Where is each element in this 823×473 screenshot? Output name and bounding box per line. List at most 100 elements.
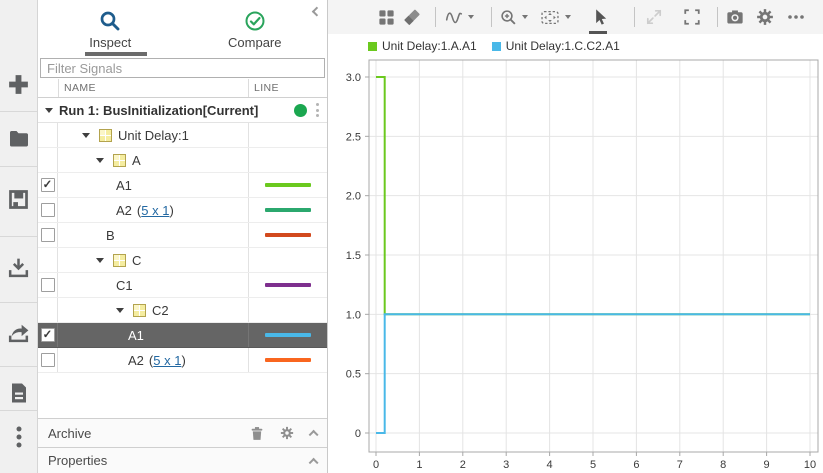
signal-line-swatch: [265, 183, 311, 187]
tree-row-signal[interactable]: C1: [38, 273, 327, 298]
chevron-left-icon: [311, 6, 322, 17]
signal-checkbox[interactable]: [40, 228, 55, 242]
dims-link[interactable]: 5 x 1: [153, 353, 181, 368]
signal-plot[interactable]: 0 1 2 3 4 5 6 7 8 9 10 0 0.5 1.0 1.5 2.0 2.5 3.0: [330, 55, 823, 473]
svg-text:1: 1: [416, 459, 422, 471]
svg-text:3.0: 3.0: [346, 72, 361, 84]
tab-compare[interactable]: Compare: [183, 0, 328, 56]
signal-line-swatch: [265, 283, 311, 287]
caret-down-icon[interactable]: [45, 107, 53, 113]
clear-plots-button[interactable]: [403, 6, 421, 28]
caret-down-icon[interactable]: [82, 132, 90, 138]
open-button[interactable]: [0, 122, 37, 156]
tree-row-bus[interactable]: Unit Delay:1: [38, 123, 327, 148]
tree-row-bus[interactable]: C: [38, 248, 327, 273]
plot-toolbar: [328, 0, 823, 34]
trash-icon[interactable]: [250, 426, 264, 441]
signal-line-swatch: [265, 333, 311, 337]
subplot-layout-button[interactable]: [378, 6, 395, 28]
gear-icon[interactable]: [280, 426, 294, 440]
fit-to-view-icon: [541, 10, 559, 24]
caret-down-icon[interactable]: [116, 307, 124, 313]
svg-text:10: 10: [804, 459, 816, 471]
toolbar-more-button[interactable]: [786, 6, 806, 28]
collapse-panel-button[interactable]: [309, 2, 323, 17]
svg-text:9: 9: [764, 459, 770, 471]
plus-icon: [9, 74, 28, 94]
svg-text:0: 0: [373, 459, 379, 471]
caret-down-icon[interactable]: [96, 257, 104, 263]
legend-swatch: [491, 41, 501, 51]
signal-checkbox[interactable]: [40, 353, 55, 367]
svg-text:4: 4: [547, 459, 553, 471]
gear-icon: [757, 9, 773, 25]
tree-row-signal[interactable]: A2 5 x 1: [38, 348, 327, 373]
bus-icon: [113, 253, 126, 267]
chevron-up-icon[interactable]: [308, 457, 319, 468]
save-icon: [9, 189, 28, 209]
signal-checkbox[interactable]: [40, 278, 55, 292]
bus-label: Unit Delay:1: [118, 127, 189, 143]
tab-inspect-label: Inspect: [89, 35, 132, 50]
tree-row-signal-selected[interactable]: A1: [38, 323, 327, 348]
properties-section-bar[interactable]: Properties: [38, 447, 327, 473]
table-header: NAME LINE: [38, 79, 327, 98]
run-label: Run 1: BusInitialization[Current]: [59, 102, 259, 118]
archive-section-bar[interactable]: Archive: [38, 418, 327, 447]
chevron-down-icon: [522, 15, 528, 19]
tree-row-signal[interactable]: B: [38, 223, 327, 248]
signal-checkbox[interactable]: [40, 178, 55, 192]
save-button[interactable]: [0, 182, 37, 216]
signal-line-swatch: [265, 358, 311, 362]
plot-area: Unit Delay:1.A.A1 Unit Delay:1.C.C2.A1 0…: [328, 0, 823, 473]
signal-dims: 5 x 1: [149, 353, 186, 368]
svg-text:3: 3: [503, 459, 509, 471]
bus-label: C2: [152, 302, 169, 318]
diagonal-arrows-icon: [646, 9, 662, 25]
signal-trace-button[interactable]: [445, 6, 474, 28]
chevron-up-icon[interactable]: [308, 429, 319, 441]
new-button[interactable]: [0, 67, 37, 101]
tree-row-bus[interactable]: C2: [38, 298, 327, 323]
bus-label: A: [132, 152, 141, 168]
snapshot-button[interactable]: [726, 6, 744, 28]
caret-down-icon[interactable]: [96, 157, 104, 163]
legend-item: Unit Delay:1.A.A1: [368, 39, 477, 53]
dims-link[interactable]: 5 x 1: [141, 203, 169, 218]
tab-inspect[interactable]: Inspect: [38, 0, 183, 56]
tab-bar: Inspect Compare: [38, 0, 327, 56]
tree-row-run[interactable]: Run 1: BusInitialization[Current]: [38, 98, 327, 123]
zoom-in-button[interactable]: [500, 6, 528, 28]
svg-text:8: 8: [720, 459, 726, 471]
bus-icon: [99, 128, 112, 142]
filter-signals-input[interactable]: [40, 58, 325, 78]
bus-icon: [133, 303, 146, 317]
svg-text:5: 5: [590, 459, 596, 471]
report-button[interactable]: [0, 376, 37, 410]
rail-more-button[interactable]: [0, 420, 37, 454]
export-button[interactable]: [0, 315, 37, 349]
tree-row-bus[interactable]: A: [38, 148, 327, 173]
pointer-button[interactable]: [589, 6, 609, 34]
fullscreen-button[interactable]: [683, 6, 701, 28]
plot-legend: Unit Delay:1.A.A1 Unit Delay:1.C.C2.A1: [328, 36, 823, 56]
svg-text:7: 7: [677, 459, 683, 471]
ellipsis-icon: [788, 15, 804, 19]
signal-panel: Inspect Compare NAME LINE Run 1: BusInit…: [38, 0, 328, 473]
run-status-dot: [294, 103, 307, 117]
legend-item: Unit Delay:1.C.C2.A1: [491, 39, 620, 53]
signal-checkbox[interactable]: [40, 203, 55, 217]
signal-label: C1: [116, 277, 133, 293]
resize-diagonal-button[interactable]: [645, 6, 663, 28]
settings-button[interactable]: [756, 6, 774, 28]
fit-to-view-button[interactable]: [540, 6, 571, 28]
run-menu-button[interactable]: [307, 103, 327, 117]
eraser-icon: [404, 9, 420, 26]
tree-row-signal[interactable]: A1: [38, 173, 327, 198]
export-icon: [8, 324, 29, 342]
legend-label: Unit Delay:1.A.A1: [382, 39, 477, 53]
import-button[interactable]: [0, 250, 37, 284]
cursor-icon: [596, 9, 607, 25]
tree-row-signal[interactable]: A2 5 x 1: [38, 198, 327, 223]
signal-checkbox[interactable]: [40, 328, 55, 342]
